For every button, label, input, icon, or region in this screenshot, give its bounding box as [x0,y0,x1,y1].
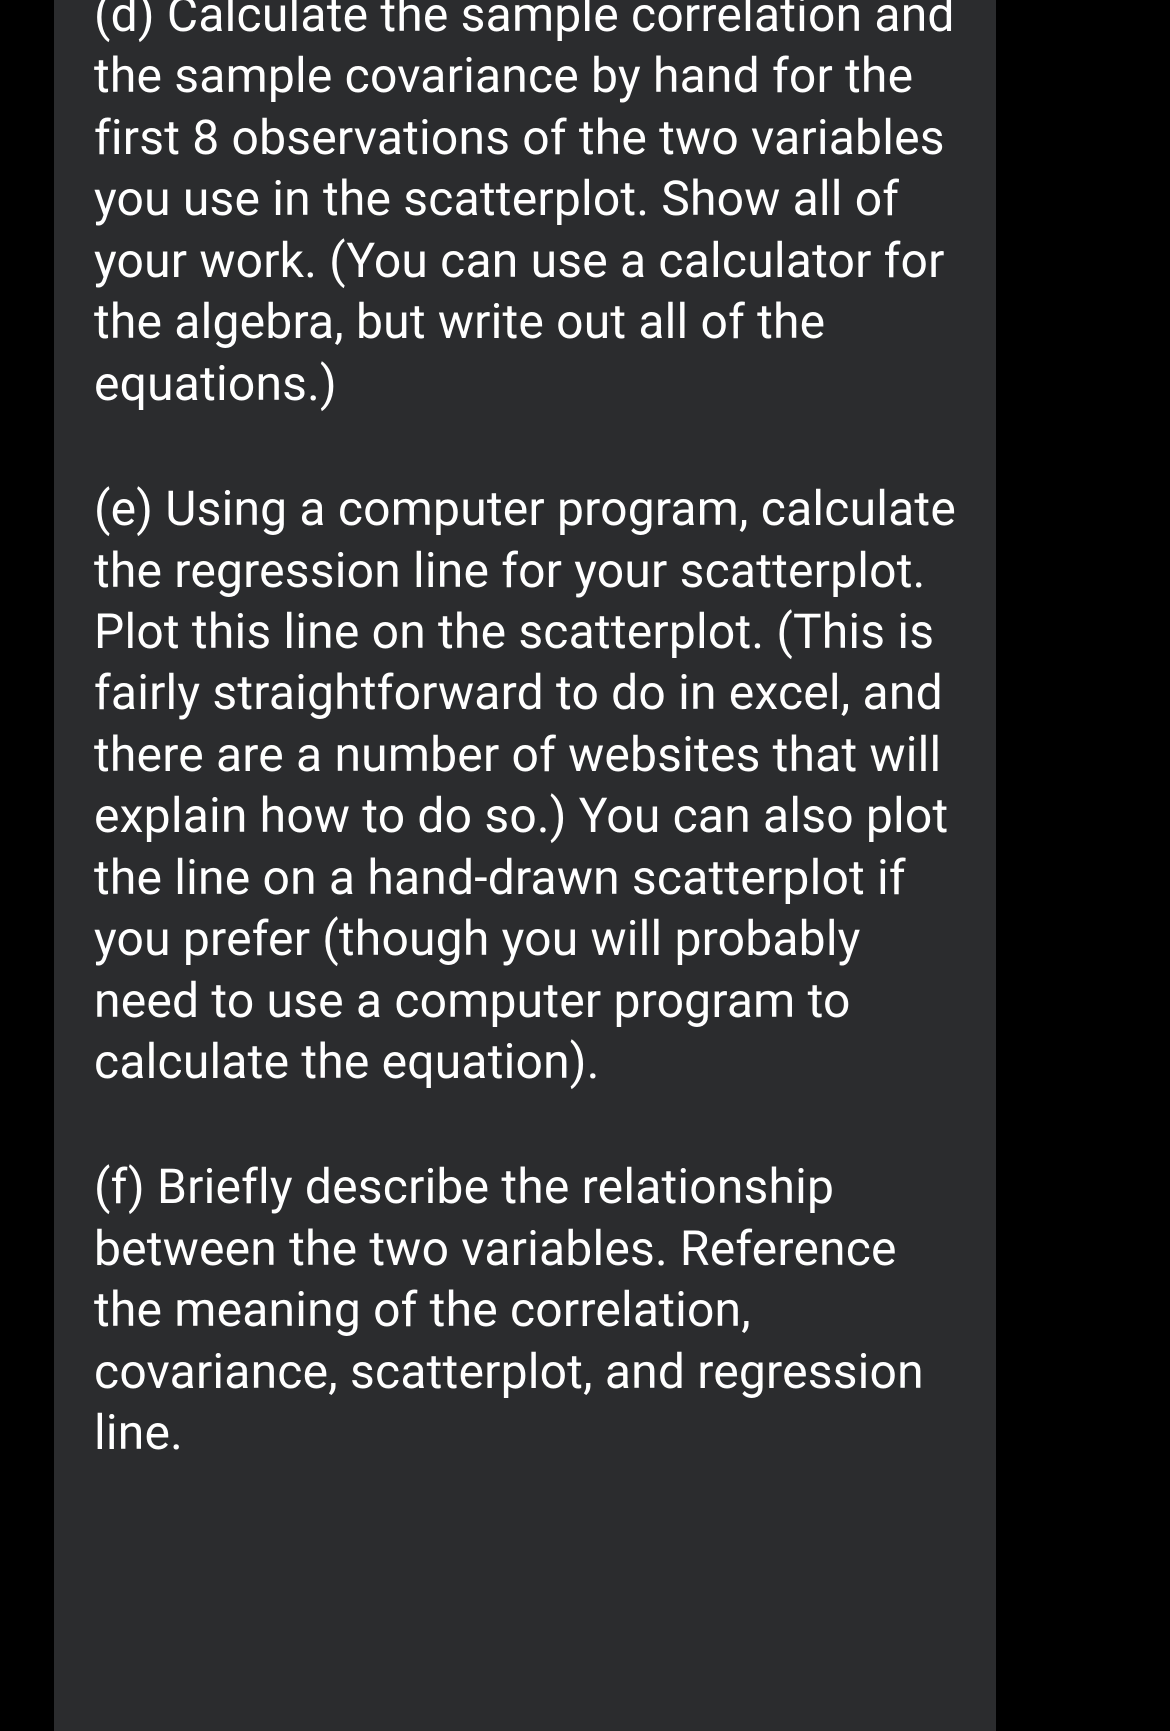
document-panel: (d) Calculate the sample correlation and… [54,0,996,1731]
question-d: (d) Calculate the sample correlation and… [94,0,956,414]
question-e: (e) Using a computer program, calculate … [94,478,956,1092]
question-f: (f) Briefly describe the relationship be… [94,1156,956,1463]
